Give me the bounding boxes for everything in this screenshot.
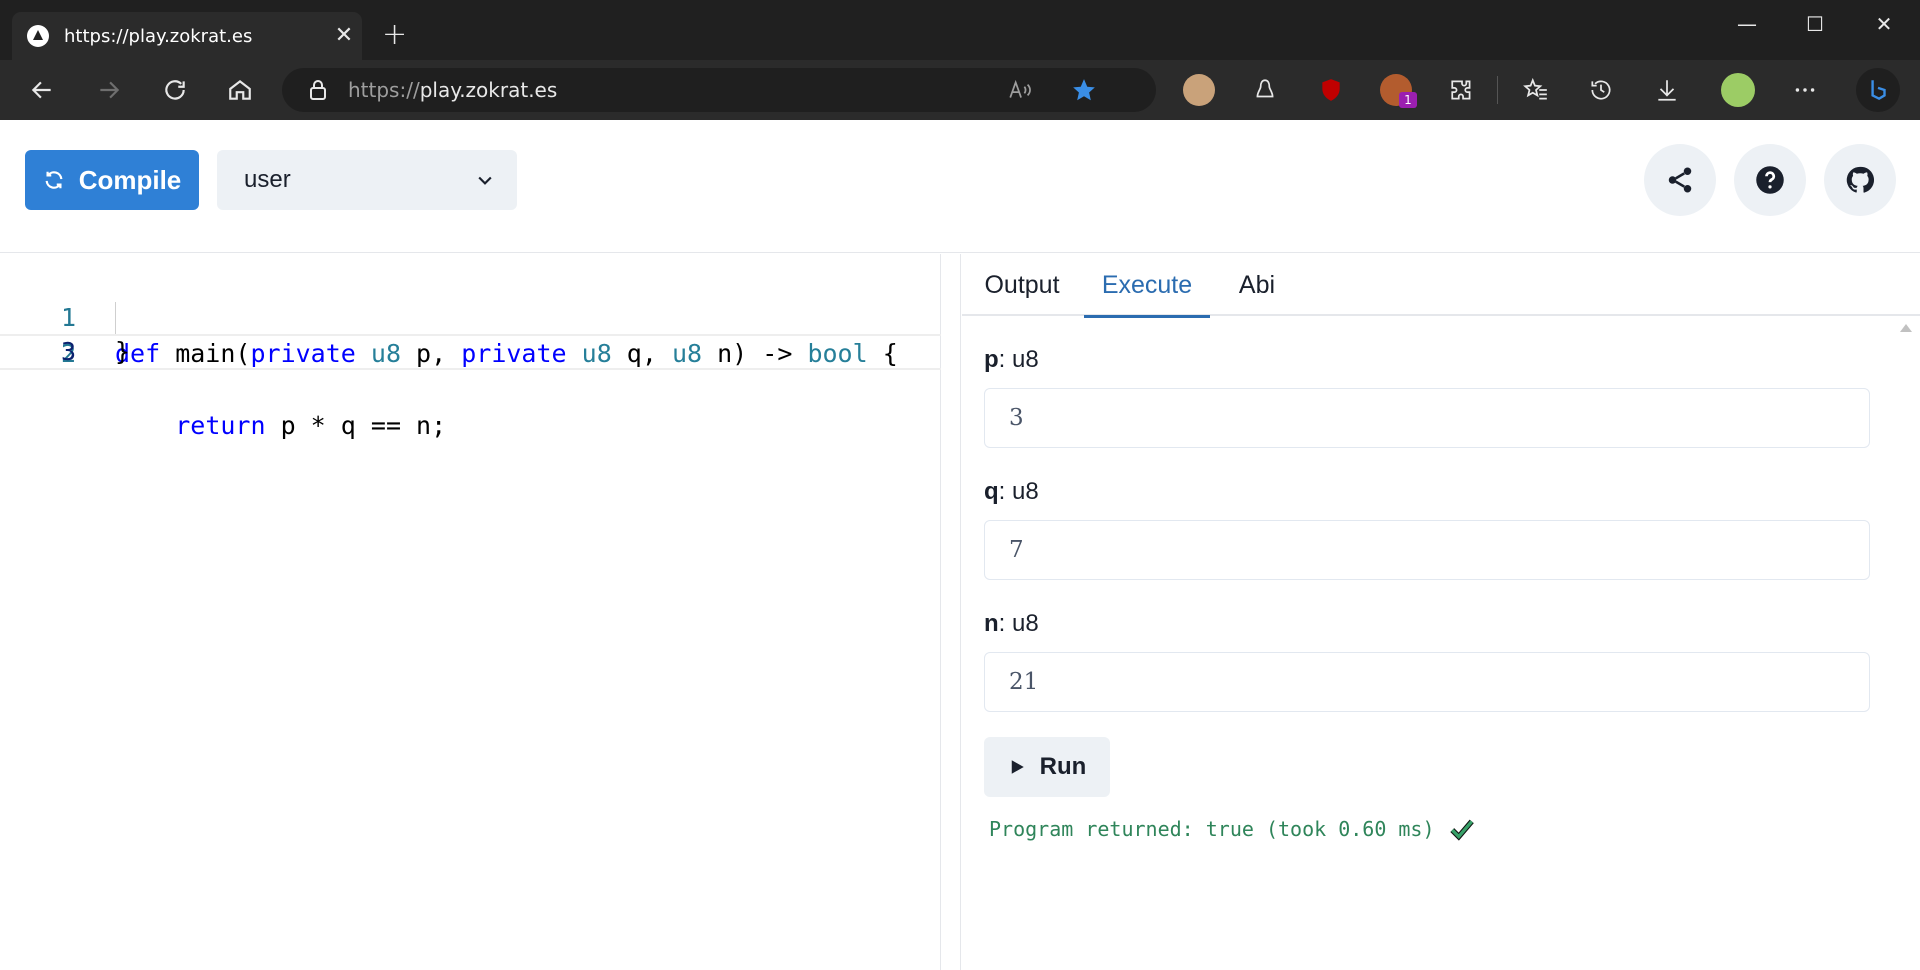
field-label-q: q: u8	[984, 478, 1039, 506]
field-name: n	[984, 610, 999, 637]
code-token: p * q == n;	[265, 411, 447, 440]
close-window-icon[interactable]: ✕	[1864, 12, 1904, 36]
input-value: 7	[1009, 537, 1024, 563]
zokrates-favicon-icon	[27, 25, 49, 47]
forward-icon[interactable]	[91, 72, 127, 108]
scroll-up-arrow-icon[interactable]	[1900, 324, 1912, 332]
more-menu-icon[interactable]	[1787, 72, 1823, 108]
input-value: 21	[1009, 669, 1039, 695]
tab-abi[interactable]: Abi	[1210, 254, 1304, 316]
extension-glasses-icon[interactable]	[1183, 74, 1215, 106]
browser-tab[interactable]: https://play.zokrat.es ✕	[12, 12, 362, 60]
line-number: 3	[60, 337, 76, 366]
refresh-icon[interactable]	[157, 72, 193, 108]
share-icon	[1668, 167, 1692, 193]
code-text: return p * q == n;	[115, 408, 446, 444]
code-line-current[interactable]: 3 }	[0, 334, 960, 370]
code-line[interactable]: 2 return p * q == n;	[0, 300, 960, 440]
toolbar-separator	[1497, 76, 1498, 104]
input-n[interactable]: 21	[984, 652, 1870, 712]
history-icon[interactable]	[1583, 72, 1619, 108]
field-name: q	[984, 478, 999, 505]
share-button[interactable]	[1644, 144, 1716, 216]
bing-chat-icon[interactable]	[1856, 68, 1900, 112]
github-icon	[1846, 166, 1875, 193]
field-type: : u8	[998, 478, 1039, 505]
profile-avatar-icon[interactable]	[1721, 73, 1755, 107]
field-type: : u8	[998, 346, 1039, 373]
chevron-down-icon	[478, 176, 492, 185]
extension-penguin-icon[interactable]	[1247, 72, 1283, 108]
output-panel: Output Execute Abi p: u8 3 q: u8 7 n: u8…	[962, 254, 1920, 970]
extension-badge: 1	[1399, 92, 1417, 108]
code-token: }	[115, 337, 131, 366]
favorites-icon[interactable]	[1518, 72, 1554, 108]
new-tab-icon[interactable]: +	[382, 20, 407, 50]
play-icon	[1011, 760, 1024, 774]
tab-title: https://play.zokrat.es	[64, 25, 253, 47]
run-label: Run	[1039, 753, 1087, 780]
tab-execute[interactable]: Execute	[1084, 254, 1210, 318]
url-scheme: https://	[348, 78, 420, 102]
maximize-icon[interactable]: ☐	[1795, 12, 1835, 36]
input-q[interactable]: 7	[984, 520, 1870, 580]
browser-titlebar: https://play.zokrat.es ✕ + — ☐ ✕	[0, 0, 1920, 60]
code-text: }	[115, 334, 130, 370]
ublock-icon[interactable]	[1313, 72, 1349, 108]
home-icon[interactable]	[222, 72, 258, 108]
help-button[interactable]	[1734, 144, 1806, 216]
url-text: https://play.zokrat.es	[348, 78, 557, 102]
code-editor[interactable]: 1 def main(private u8 p, private u8 q, u…	[0, 254, 960, 970]
github-button[interactable]	[1824, 144, 1896, 216]
run-button[interactable]: Run	[984, 737, 1110, 797]
lock-icon	[310, 80, 326, 100]
input-value: 3	[1009, 405, 1024, 431]
address-bar[interactable]: https://play.zokrat.es	[282, 68, 1156, 112]
zokrates-playground: Compile user 1 def main(private u8 p, pr…	[0, 120, 1920, 970]
indent-guide	[115, 302, 116, 334]
field-label-n: n: u8	[984, 610, 1039, 638]
close-tab-icon[interactable]: ✕	[326, 25, 362, 47]
select-value: user	[244, 166, 291, 193]
panel-tabs: Output Execute Abi	[962, 254, 1920, 318]
result-text: Program returned: true (took 0.60 ms)	[989, 817, 1435, 841]
read-aloud-icon[interactable]	[1002, 72, 1038, 108]
editor-scrollbar[interactable]	[941, 254, 961, 970]
favorite-star-icon[interactable]	[1066, 72, 1102, 108]
minimize-icon[interactable]: —	[1727, 12, 1767, 36]
compile-button[interactable]: Compile	[25, 150, 199, 210]
input-p[interactable]: 3	[984, 388, 1870, 448]
field-type: : u8	[998, 610, 1039, 637]
check-icon	[1449, 819, 1474, 841]
app-header: Compile user	[0, 120, 1920, 253]
refresh-icon	[45, 171, 63, 189]
field-label-p: p: u8	[984, 346, 1039, 374]
downloads-icon[interactable]	[1649, 72, 1685, 108]
execution-result: Program returned: true (took 0.60 ms)	[989, 816, 1475, 842]
back-icon[interactable]	[24, 72, 60, 108]
code-line[interactable]: 1 def main(private u8 p, private u8 q, u…	[0, 264, 960, 368]
compile-label: Compile	[78, 164, 182, 195]
url-host: play.zokrat.es	[419, 78, 558, 102]
extensions-puzzle-icon[interactable]	[1444, 72, 1480, 108]
example-select[interactable]: user	[217, 150, 517, 210]
browser-toolbar: https://play.zokrat.es 1	[0, 60, 1920, 120]
field-name: p	[984, 346, 999, 373]
help-icon	[1756, 166, 1784, 194]
keyword-return: return	[175, 411, 266, 440]
tab-output[interactable]: Output	[962, 254, 1082, 316]
